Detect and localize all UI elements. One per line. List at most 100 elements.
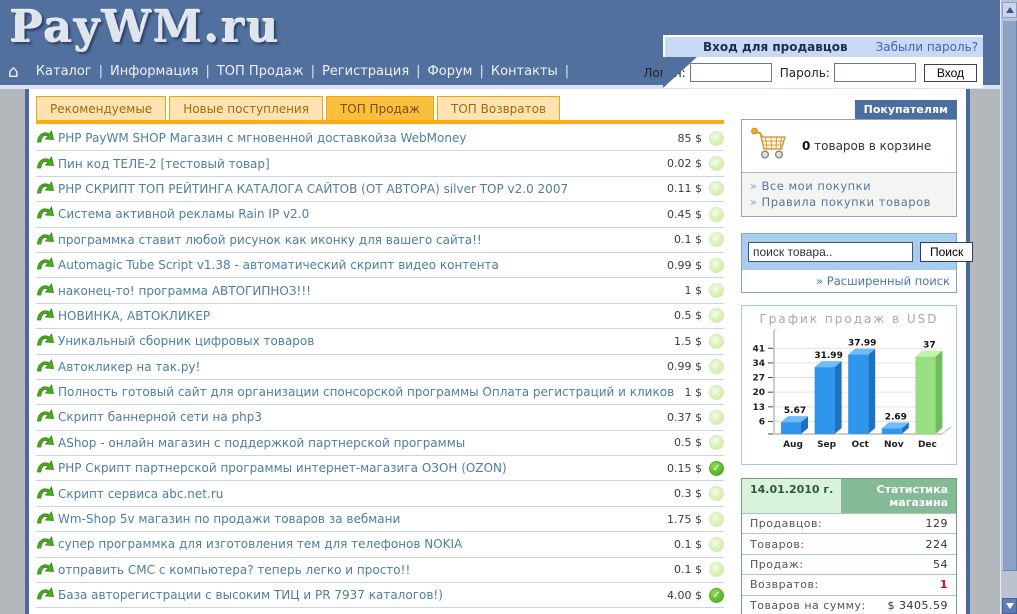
availability-check-icon: ✓ bbox=[709, 562, 724, 578]
product-row[interactable]: НОВИНКА, АВТОКЛИКЕР 0.5 $ ✓ bbox=[36, 304, 724, 330]
svg-text:41: 41 bbox=[752, 344, 765, 354]
stat-row: Продаж: 54 bbox=[742, 553, 956, 574]
product-row[interactable]: AShop - онлайн магазин с поддержкой парт… bbox=[36, 431, 724, 457]
nav-link-label[interactable]: Каталог bbox=[29, 64, 99, 79]
availability-check-icon: ✓ bbox=[709, 130, 724, 146]
nav-link-label[interactable]: ТОП Продаж bbox=[210, 64, 311, 79]
home-icon[interactable]: ⌂ bbox=[8, 62, 19, 82]
vertical-scrollbar[interactable] bbox=[1000, 0, 1017, 614]
down-arrow-icon bbox=[1005, 603, 1014, 609]
cart-link[interactable]: » Все мои покупки bbox=[750, 178, 948, 194]
login-input[interactable] bbox=[689, 63, 772, 82]
product-row[interactable]: База авторегистрации с высоким ТИЦ и PR … bbox=[36, 583, 724, 609]
product-arrow-icon bbox=[36, 509, 58, 529]
product-row[interactable]: Уникальный сборник цифровых товаров 1.5 … bbox=[36, 329, 724, 355]
svg-text:31.99: 31.99 bbox=[814, 351, 842, 361]
advanced-search-link[interactable]: » Расширенный поиск bbox=[742, 270, 956, 292]
product-row[interactable]: Скрипт сервиса abc.net.ru 0.3 $ ✓ bbox=[36, 481, 724, 507]
product-row[interactable]: Автокликер на так.ру! 0.99 $ ✓ bbox=[36, 355, 724, 380]
product-title[interactable]: Автокликер на так.ру! bbox=[58, 360, 659, 374]
product-title[interactable]: PHP СКРИПТ ТОП РЕЙТИНГА КАТАЛОГА САЙТОВ … bbox=[58, 182, 659, 196]
stat-value: 54 bbox=[933, 557, 948, 571]
product-title[interactable]: PHP Скрипт партнерской программы интерне… bbox=[58, 461, 659, 475]
product-arrow-icon bbox=[36, 357, 58, 377]
product-title[interactable]: программка ставит любой рисунок как икон… bbox=[58, 233, 666, 247]
nav-link[interactable]: ТОП Продаж | bbox=[210, 64, 315, 79]
product-title[interactable]: База авторегистрации с высоким ТИЦ и PR … bbox=[58, 588, 659, 602]
product-price: 0.3 $ bbox=[674, 487, 702, 501]
cart-box: 0 товаров в корзине » Все мои покупки » Пр… bbox=[741, 119, 957, 217]
product-title[interactable]: НОВИНКА, АВТОКЛИКЕР bbox=[58, 309, 666, 323]
tab-label[interactable]: Новые поступления bbox=[183, 102, 309, 116]
nav-link[interactable]: Контакты | bbox=[484, 64, 569, 79]
nav-link[interactable]: Форум | bbox=[421, 64, 484, 79]
product-title[interactable]: Уникальный сборник цифровых товаров bbox=[58, 334, 666, 348]
product-row[interactable]: PHP Скрипт партнерской программы интерне… bbox=[36, 456, 724, 482]
tab-label[interactable]: Рекомендуемые bbox=[50, 102, 152, 116]
search-input[interactable] bbox=[748, 242, 913, 262]
cart-link-label[interactable]: Все мои покупки bbox=[762, 179, 872, 193]
product-title[interactable]: отправить СМС с компьютера? теперь легко… bbox=[58, 563, 666, 577]
product-row[interactable]: Пин код ТЕЛЕ-2 [тестовый товар] 0.02 $ ✓ bbox=[36, 151, 724, 177]
nav-link-label[interactable]: Форум bbox=[421, 64, 480, 79]
nav-link[interactable]: Регистрация | bbox=[315, 64, 421, 79]
product-tab[interactable]: ТОП Продаж bbox=[325, 96, 434, 120]
product-row[interactable]: PHP PayWM SHOP Магазин с мгновенной дост… bbox=[36, 126, 724, 152]
site-logo[interactable]: PayWM.ru bbox=[10, 2, 281, 53]
search-button[interactable]: Поиск bbox=[920, 242, 974, 262]
availability-check-icon: ✓ bbox=[709, 435, 724, 451]
scrollbar-thumb[interactable] bbox=[1002, 20, 1017, 571]
nav-link-label[interactable]: Контакты bbox=[484, 64, 565, 79]
password-input[interactable] bbox=[833, 63, 916, 82]
product-row[interactable]: отправить СМС с компьютера? теперь легко… bbox=[36, 558, 724, 584]
nav-link[interactable]: Каталог | bbox=[29, 64, 103, 79]
product-title[interactable]: Скрипт сервиса abc.net.ru bbox=[58, 487, 666, 501]
cart-link[interactable]: » Правила покупки товаров bbox=[750, 194, 948, 210]
nav-link[interactable]: Информация | bbox=[103, 64, 210, 79]
product-row[interactable]: Скрипт баннерной сети на php3 0.37 $ ✓ bbox=[36, 405, 724, 431]
stat-row: Товаров: 224 bbox=[742, 533, 956, 553]
buyers-tab[interactable]: Покупателям bbox=[854, 100, 957, 119]
product-arrow-icon bbox=[36, 306, 58, 326]
product-row[interactable]: наконец-то! программа АВТОГИПНОЗ!!! 1 $ … bbox=[36, 278, 724, 304]
search-box: Поиск » Расширенный поиск bbox=[741, 233, 974, 293]
product-row[interactable]: программка ставит любой рисунок как икон… bbox=[36, 228, 724, 253]
tab-label[interactable]: ТОП Возвратов bbox=[451, 102, 546, 116]
product-title[interactable]: наконец-то! программа АВТОГИПНОЗ!!! bbox=[58, 284, 677, 298]
product-title[interactable]: Wm-Shop 5v магазин по продажи товаров за… bbox=[58, 512, 659, 526]
product-arrow-icon bbox=[36, 407, 58, 427]
product-row[interactable]: Automagic Tube Script v1.38 - автоматиче… bbox=[36, 253, 724, 279]
product-title[interactable]: супер программка для изготовления тем дл… bbox=[58, 537, 666, 551]
up-arrow-icon bbox=[1005, 7, 1014, 13]
product-row[interactable]: Wm-Shop 5v магазин по продажи товаров за… bbox=[36, 507, 724, 533]
product-tab[interactable]: Новые поступления bbox=[169, 96, 323, 120]
forgot-password-link[interactable]: Забыли пароль? bbox=[876, 40, 978, 54]
cart-link-label[interactable]: Правила покупки товаров bbox=[762, 195, 931, 209]
product-title[interactable]: Automagic Tube Script v1.38 - автоматиче… bbox=[58, 258, 659, 272]
product-arrow-icon bbox=[36, 585, 58, 605]
tab-label[interactable]: ТОП Продаж bbox=[340, 102, 420, 116]
product-tab[interactable]: ТОП Возвратов bbox=[437, 96, 561, 120]
product-title[interactable]: PHP PayWM SHOP Магазин с мгновенной дост… bbox=[58, 131, 670, 145]
product-row[interactable]: супер программка для изготовления тем дл… bbox=[36, 532, 724, 558]
product-title[interactable]: Полность готовый сайт для организации сп… bbox=[58, 385, 677, 399]
product-row[interactable]: PHP СКРИПТ ТОП РЕЙТИНГА КАТАЛОГА САЙТОВ … bbox=[36, 177, 724, 203]
product-title[interactable]: AShop - онлайн магазин с поддержкой парт… bbox=[58, 436, 666, 450]
nav-link-label[interactable]: Информация bbox=[103, 64, 205, 79]
product-row[interactable]: Система активной рекламы Rain IP v2.0 0.… bbox=[36, 202, 724, 228]
nav-link-label[interactable]: Регистрация bbox=[315, 64, 416, 79]
product-tab[interactable]: Рекомендуемые bbox=[36, 96, 167, 120]
product-price: 0.99 $ bbox=[667, 258, 702, 272]
scroll-down-button[interactable] bbox=[1002, 598, 1017, 614]
login-submit-button[interactable]: Вход bbox=[923, 63, 977, 82]
product-row[interactable]: Полность готовый сайт для организации сп… bbox=[36, 380, 724, 406]
product-title[interactable]: Пин код ТЕЛЕ-2 [тестовый товар] bbox=[58, 157, 659, 171]
product-arrow-icon bbox=[36, 534, 58, 554]
scroll-up-button[interactable] bbox=[1002, 2, 1017, 18]
availability-check-icon: ✓ bbox=[709, 257, 724, 273]
chart-title: График продаж в USD bbox=[759, 312, 939, 326]
product-section: Рекомендуемые Новые поступления ТОП Прод… bbox=[36, 96, 724, 609]
product-arrow-icon bbox=[36, 484, 58, 504]
product-title[interactable]: Скрипт баннерной сети на php3 bbox=[58, 410, 659, 424]
product-title[interactable]: Система активной рекламы Rain IP v2.0 bbox=[58, 207, 659, 221]
